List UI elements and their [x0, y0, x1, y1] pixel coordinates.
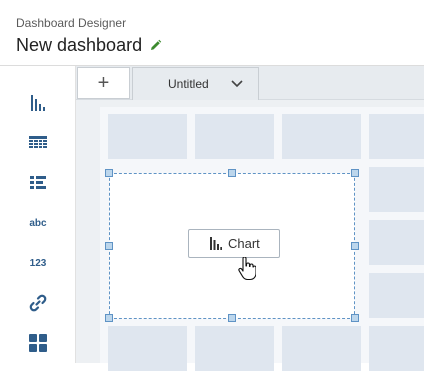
resize-handle-top[interactable] — [228, 169, 236, 177]
app-name: Dashboard Designer — [16, 16, 127, 30]
chart-widget-label: Chart — [228, 236, 260, 251]
resize-handle-bottom[interactable] — [228, 314, 236, 322]
resize-handle-bottom-left[interactable] — [105, 314, 113, 322]
layout-cell — [369, 114, 424, 159]
pencil-icon[interactable] — [149, 39, 162, 52]
layout-cell — [282, 326, 361, 371]
layout-cell — [282, 114, 361, 159]
tab-untitled[interactable]: Untitled — [132, 67, 259, 100]
resize-handle-top-left[interactable] — [105, 169, 113, 177]
tab-bar: + Untitled — [76, 66, 424, 100]
list-icon — [30, 176, 46, 189]
rail-item-tiles[interactable] — [0, 327, 76, 359]
rail-item-link[interactable] — [0, 287, 76, 319]
layout-cell — [195, 114, 274, 159]
widget-rail: abc 123 — [0, 66, 76, 363]
dashboard-tiles-icon — [29, 334, 47, 352]
table-grid-icon — [29, 136, 47, 148]
chevron-down-icon[interactable] — [231, 79, 243, 88]
layout-cell — [369, 167, 424, 212]
number-123-icon: 123 — [29, 257, 47, 269]
rail-item-list[interactable] — [0, 167, 76, 199]
text-abc-icon: abc — [29, 217, 47, 229]
canvas-area: + Untitled Chart — [76, 66, 424, 371]
tab-label: Untitled — [168, 77, 209, 91]
hand-cursor-icon — [238, 257, 256, 281]
layout-cell — [195, 326, 274, 371]
rail-item-number[interactable]: 123 — [0, 247, 76, 279]
resize-handle-right[interactable] — [351, 242, 359, 250]
rail-item-text[interactable]: abc — [0, 207, 76, 239]
bar-chart-icon — [31, 95, 45, 111]
resize-handle-top-right[interactable] — [351, 169, 359, 177]
resize-handle-left[interactable] — [105, 242, 113, 250]
layout-cell — [369, 273, 424, 318]
layout-cell — [108, 114, 187, 159]
rail-item-chart[interactable] — [0, 87, 76, 119]
add-tab-button[interactable]: + — [77, 67, 130, 99]
chart-widget-button[interactable]: Chart — [188, 229, 280, 258]
layout-cell — [369, 220, 424, 265]
layout-cell — [369, 326, 424, 371]
resize-handle-bottom-right[interactable] — [351, 314, 359, 322]
layout-cell — [108, 326, 187, 371]
title-row: New dashboard — [16, 34, 162, 56]
link-icon — [29, 294, 47, 312]
dashboard-title[interactable]: New dashboard — [16, 35, 142, 56]
bar-chart-icon — [210, 237, 222, 250]
header: Dashboard Designer New dashboard — [0, 0, 424, 66]
rail-item-table[interactable] — [0, 127, 76, 159]
